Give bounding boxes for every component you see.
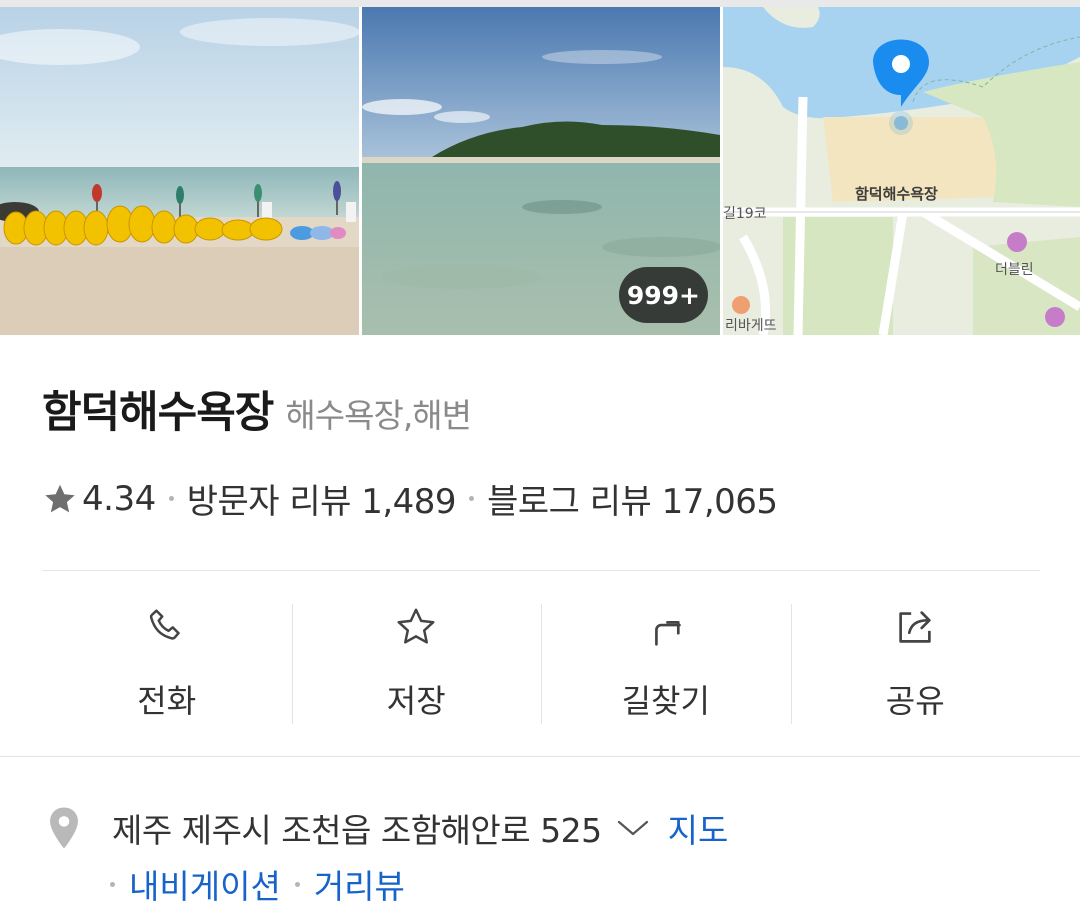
divider — [42, 570, 1040, 571]
star-icon — [397, 608, 435, 644]
map-poi-label: 함덕해수욕장 — [855, 185, 938, 203]
photo-count-badge[interactable]: 999+ — [618, 267, 708, 323]
chevron-down-icon[interactable] — [616, 818, 650, 838]
map-link[interactable]: 지도 — [668, 804, 729, 852]
place-name: 함덕해수욕장 — [42, 388, 274, 438]
save-button[interactable]: 저장 — [291, 602, 542, 724]
location-pin-icon — [50, 807, 78, 849]
call-label: 전화 — [137, 682, 197, 720]
top-strip — [0, 0, 1080, 7]
streetview-link[interactable]: 거리뷰 — [314, 860, 405, 908]
separator-dot — [110, 881, 115, 887]
action-bar: 전화 저장 길찾기 공유 — [42, 602, 1040, 724]
title-row: 함덕해수욕장 해수욕장,해변 — [42, 378, 472, 440]
call-button[interactable]: 전화 — [42, 602, 292, 724]
navigation-link[interactable]: 내비게이션 — [129, 860, 281, 908]
map-road-label: 길19코 — [723, 206, 767, 222]
place-category: 해수욕장,해변 — [285, 396, 472, 435]
address-links: 내비게이션 거리뷰 — [110, 860, 405, 908]
save-label: 저장 — [386, 682, 446, 720]
map-place-label: 더블린 — [995, 262, 1034, 278]
separator-dot — [469, 496, 475, 501]
share-icon — [899, 611, 931, 643]
share-button[interactable]: 공유 — [790, 602, 1041, 724]
address-text: 제주 제주시 조천읍 조함해안로 525 — [112, 811, 602, 850]
address-row: 제주 제주시 조천읍 조함해안로 525 지도 — [46, 804, 728, 852]
section-divider — [0, 756, 1080, 757]
separator-dot — [168, 496, 174, 501]
directions-button[interactable]: 길찾기 — [541, 602, 791, 724]
beach-photo[interactable] — [0, 7, 359, 335]
beach-photo-image — [0, 7, 359, 335]
map-thumbnail[interactable]: 함덕해수욕장 길19코 더블린 리바게뜨 — [723, 7, 1080, 335]
map-shop-label: 리바게뜨 — [725, 318, 777, 334]
separator-dot — [294, 881, 300, 887]
photo-gallery: 999+ 함덕해수욕장 길19코 더블린 리바게뜨 — [0, 7, 1080, 335]
rating-row: 4.34 방문자 리뷰 1,489 블로그 리뷰 17,065 — [42, 474, 778, 523]
directions-icon — [654, 621, 681, 646]
blog-reviews-link[interactable]: 블로그 리뷰 17,065 — [487, 474, 778, 523]
island-photo[interactable]: 999+ — [362, 7, 720, 335]
directions-label: 길찾기 — [621, 682, 710, 720]
phone-icon — [149, 609, 180, 640]
rating-star-icon — [45, 484, 75, 512]
visitor-reviews-link[interactable]: 방문자 리뷰 1,489 — [187, 474, 457, 523]
rating-score: 4.34 — [82, 478, 156, 519]
map-image — [723, 7, 1080, 335]
share-label: 공유 — [885, 682, 945, 720]
